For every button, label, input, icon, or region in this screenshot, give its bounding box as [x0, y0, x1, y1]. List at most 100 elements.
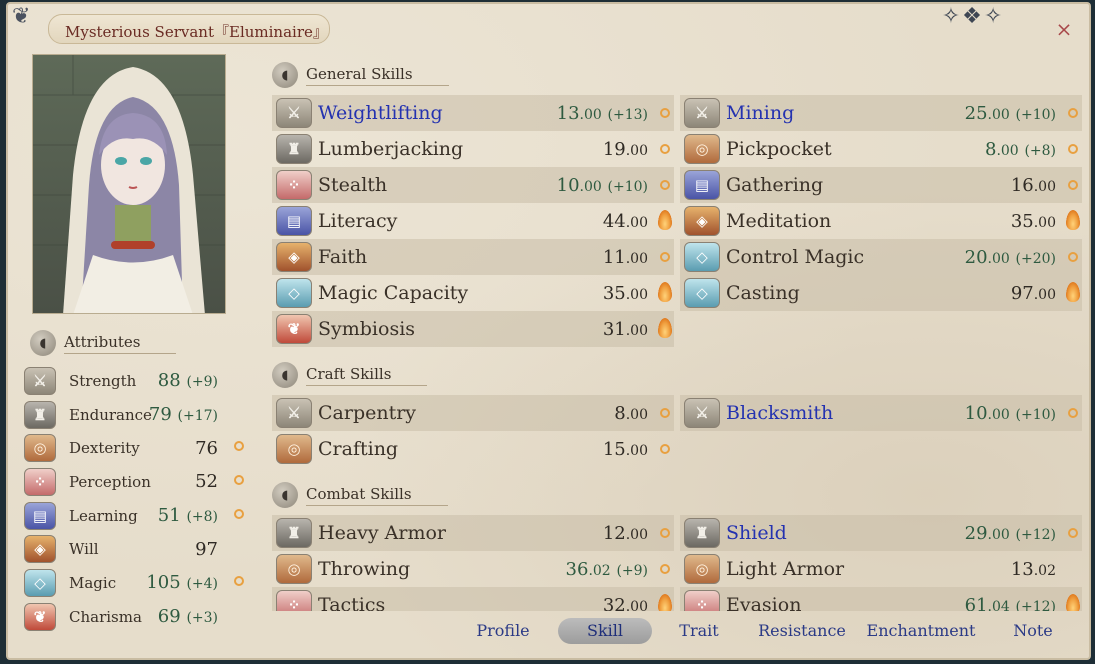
potential-orb-icon	[1068, 180, 1078, 190]
attribute-bonus: (+9)	[186, 374, 218, 391]
potential-orb-icon	[1068, 108, 1078, 118]
tab-resistance[interactable]: Resistance	[746, 618, 858, 644]
quill-icon: ◖	[272, 482, 298, 508]
skill-row[interactable]: ◎ Light Armor 13.02	[680, 551, 1082, 587]
skill-name: Heavy Armor	[318, 522, 446, 544]
attribute-name: Perception	[69, 472, 151, 491]
skill-value-decimal: .00	[625, 286, 648, 303]
attribute-row[interactable]: ◇ Magic 105 (+4)	[24, 566, 244, 600]
attribute-row[interactable]: ♜ Endurance 79 (+17)	[24, 398, 244, 432]
attribute-row[interactable]: ◈ Will 97	[24, 532, 244, 566]
attribute-name: Endurance	[69, 405, 152, 424]
skill-value-decimal: .00	[987, 406, 1010, 423]
potential-orb-icon	[660, 564, 670, 574]
skill-row[interactable]: ♜ Shield 29.00 (+12)	[680, 515, 1082, 551]
quill-icon: ◖	[30, 330, 56, 356]
skill-value: 20.00 (+20)	[965, 247, 1056, 268]
skill-value: 25.00 (+10)	[965, 103, 1056, 124]
skill-row[interactable]: ❦ Symbiosis 31.00	[272, 311, 674, 347]
skill-value-int: 19	[602, 138, 626, 160]
dice-icon: ⁘	[24, 467, 56, 496]
skill-name: Lumberjacking	[318, 138, 464, 160]
skill-value: 13.00 (+13)	[557, 103, 648, 124]
tab-trait[interactable]: Trait	[652, 618, 746, 644]
window-title: Mysterious Servant『Eluminaire』	[48, 14, 330, 44]
skill-row[interactable]: ⁘ Tactics 32.00	[272, 587, 674, 611]
skill-value-int: 11	[602, 246, 626, 268]
crossed-swords-icon: ⚔	[276, 98, 312, 128]
skill-row[interactable]: ♜ Lumberjacking 19.00	[272, 131, 674, 167]
skill-name: Literacy	[318, 210, 398, 232]
skill-row[interactable]: ◈ Faith 11.00	[272, 239, 674, 275]
skill-value-int: 16	[1010, 174, 1034, 196]
book-icon: ▤	[684, 170, 720, 200]
skill-value-decimal: .00	[625, 322, 648, 339]
potential-flame-icon	[658, 210, 672, 230]
crossed-swords-icon: ⚔	[684, 398, 720, 428]
skill-name: Mining	[726, 102, 795, 124]
skill-row[interactable]: ▤ Gathering 16.00	[680, 167, 1082, 203]
skill-row[interactable]: ◇ Casting 97.00	[680, 275, 1082, 311]
book-icon: ▤	[276, 206, 312, 236]
skill-value: 97.00	[1011, 283, 1056, 304]
tab-skill[interactable]: Skill	[558, 618, 652, 644]
skill-row[interactable]: ⁘ Evasion 61.04 (+12)	[680, 587, 1082, 611]
close-button[interactable]: ×	[1053, 18, 1075, 40]
skill-bonus: (+10)	[607, 178, 648, 195]
tab-note[interactable]: Note	[984, 618, 1082, 644]
skill-bonus: (+8)	[1024, 142, 1056, 159]
skill-value-decimal: .00	[1033, 178, 1056, 195]
shield-icon: ◈	[276, 242, 312, 272]
corner-ornament-icon: ❦	[12, 4, 31, 29]
skill-row[interactable]: ◈ Meditation 35.00	[680, 203, 1082, 239]
attribute-row[interactable]: ⚔ Strength 88 (+9)	[24, 364, 244, 398]
skill-row[interactable]: ⁘ Stealth 10.00 (+10)	[272, 167, 674, 203]
skill-row[interactable]: ⚔ Mining 25.00 (+10)	[680, 95, 1082, 131]
skill-value-decimal: .00	[579, 178, 602, 195]
craft-skills-header: ◖ Craft Skills	[272, 362, 428, 388]
skill-row[interactable]: ⚔ Blacksmith 10.00 (+10)	[680, 395, 1082, 431]
crossed-swords-icon: ⚔	[276, 398, 312, 428]
skill-value: 32.00	[603, 595, 648, 612]
skill-value: 15.00	[603, 439, 648, 460]
attribute-row[interactable]: ⁘ Perception 52	[24, 465, 244, 499]
attribute-row[interactable]: ❦ Charisma 69 (+3)	[24, 600, 244, 634]
magic-rune-icon: ◇	[684, 278, 720, 308]
attribute-row[interactable]: ◎ Dexterity 76	[24, 431, 244, 465]
potential-flame-icon	[658, 594, 672, 611]
skill-row[interactable]: ♜ Heavy Armor 12.00	[272, 515, 674, 551]
skill-value-int: 10	[556, 174, 580, 196]
skill-value-int: 25	[964, 102, 988, 124]
skill-row[interactable]: ◇ Control Magic 20.00 (+20)	[680, 239, 1082, 275]
dice-icon: ⁘	[684, 590, 720, 611]
skill-row[interactable]: ◎ Throwing 36.02 (+9)	[272, 551, 674, 587]
book-icon: ▤	[24, 501, 56, 530]
skill-row[interactable]: ◎ Pickpocket 8.00 (+8)	[680, 131, 1082, 167]
ribbon-icon: ❦	[276, 314, 312, 344]
general-skills-label: General Skills	[306, 65, 449, 86]
tab-profile[interactable]: Profile	[448, 618, 558, 644]
skill-value: 19.00	[603, 139, 648, 160]
potential-orb-icon	[660, 444, 670, 454]
skill-row[interactable]: ◎ Crafting 15.00	[272, 431, 674, 467]
tab-enchantment[interactable]: Enchantment	[858, 618, 984, 644]
attribute-bonus: (+4)	[186, 576, 218, 593]
skill-name: Tactics	[318, 594, 386, 611]
attribute-row[interactable]: ▤ Learning 51 (+8)	[24, 499, 244, 533]
skill-value-decimal: .00	[987, 106, 1010, 123]
skill-row[interactable]: ▤ Literacy 44.00	[272, 203, 674, 239]
skill-name: Pickpocket	[726, 138, 832, 160]
skill-row[interactable]: ⚔ Carpentry 8.00	[272, 395, 674, 431]
skill-name: Magic Capacity	[318, 282, 469, 304]
skill-row[interactable]: ⚔ Weightlifting 13.00 (+13)	[272, 95, 674, 131]
skill-row[interactable]: ◇ Magic Capacity 35.00	[272, 275, 674, 311]
ring-icon: ◎	[24, 434, 56, 463]
quill-icon: ◖	[272, 362, 298, 388]
attribute-value-number: 69	[157, 606, 181, 628]
skill-name: Shield	[726, 522, 787, 544]
skill-value: 10.00 (+10)	[557, 175, 648, 196]
skill-bonus: (+20)	[1015, 250, 1056, 267]
attribute-name: Learning	[69, 506, 138, 525]
attribute-value: 105 (+4)	[146, 572, 218, 593]
potential-flame-icon	[1066, 282, 1080, 302]
